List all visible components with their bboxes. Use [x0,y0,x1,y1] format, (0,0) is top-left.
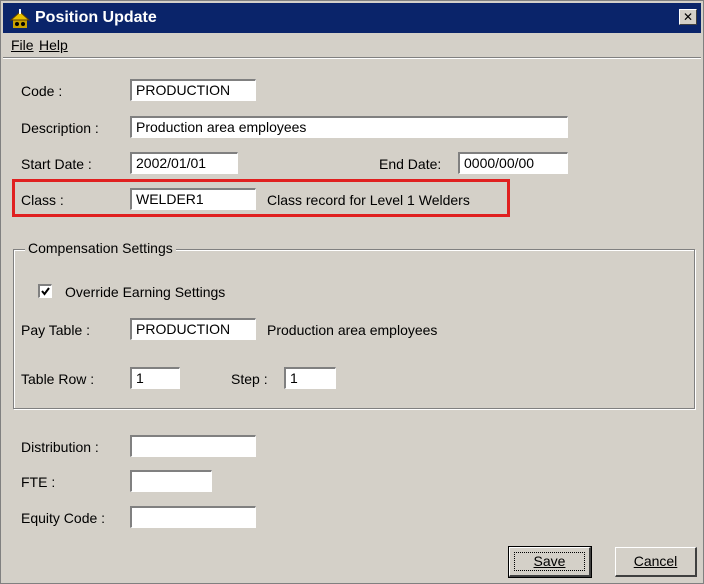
equity-code-label: Equity Code : [21,510,106,526]
description-label: Description : [21,120,99,136]
description-field[interactable]: Production area employees [130,116,568,138]
window-title: Position Update [35,9,157,26]
menu-bar: File Help [3,33,701,57]
save-label: Save [533,553,566,569]
cancel-button[interactable]: Cancel [615,547,697,577]
app-icon [9,9,31,28]
fte-label: FTE : [21,474,56,490]
compensation-group-title: Compensation Settings [25,239,176,257]
fte-field[interactable] [130,470,212,492]
class-description: Class record for Level 1 Welders [267,192,470,208]
equity-code-field[interactable] [130,506,256,528]
checkmark-icon [41,287,50,296]
title-bar[interactable]: Position Update ✕ [3,3,701,33]
position-update-window: Position Update ✕ File Help Code : PRODU… [0,0,704,584]
start-date-field[interactable]: 2002/01/01 [130,152,238,174]
step-field[interactable]: 1 [284,367,336,389]
close-icon: ✕ [682,10,694,24]
class-label: Class : [21,192,64,208]
save-button[interactable]: Save [508,546,592,578]
menu-help[interactable]: Help [39,37,68,53]
distribution-field[interactable] [130,435,256,457]
start-date-label: Start Date : [21,156,92,172]
table-row-label: Table Row : [21,371,95,387]
step-label: Step : [231,371,268,387]
end-date-field[interactable]: 0000/00/00 [458,152,568,174]
class-field[interactable]: WELDER1 [130,188,256,210]
code-label: Code : [21,83,63,99]
pay-table-description: Production area employees [267,322,438,338]
close-button[interactable]: ✕ [679,9,697,25]
end-date-label: End Date: [379,156,442,172]
pay-table-label: Pay Table : [21,322,91,338]
table-row-field[interactable]: 1 [130,367,180,389]
pay-table-field[interactable]: PRODUCTION [130,318,256,340]
menu-separator [3,57,701,59]
distribution-label: Distribution : [21,439,99,455]
menu-file[interactable]: File [11,37,34,53]
cancel-label: Cancel [633,553,678,569]
code-field[interactable]: PRODUCTION [130,79,256,101]
override-earning-checkbox[interactable] [38,284,52,298]
override-earning-label[interactable]: Override Earning Settings [65,283,225,301]
